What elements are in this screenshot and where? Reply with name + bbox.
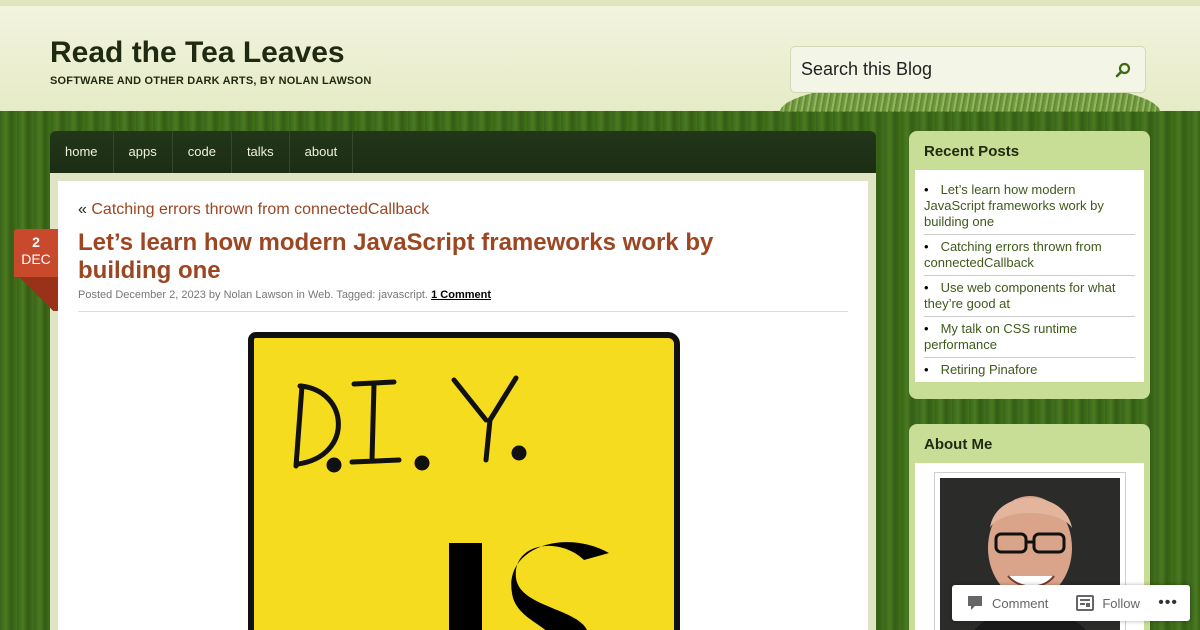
list-item: • Use web components for what they’re goo… (924, 276, 1135, 317)
meta-date[interactable]: December 2, 2023 (115, 289, 206, 301)
recent-post-link[interactable]: Retiring Pinafore (941, 362, 1038, 377)
comment-label: Comment (992, 595, 1049, 611)
meta-divider (78, 311, 848, 312)
recent-posts-list: • Let’s learn how modern JavaScript frame… (915, 170, 1144, 382)
meta-by: by (208, 289, 221, 301)
meta-tag[interactable]: javascript. (379, 289, 429, 301)
date-month: DEC (21, 251, 51, 267)
bullet: • (924, 239, 929, 254)
recent-post-link[interactable]: Let’s learn how modern JavaScript framew… (924, 182, 1104, 229)
bullet: • (924, 321, 929, 336)
nav-item-apps[interactable]: apps (114, 131, 173, 173)
meta-category-text[interactable]: Web (308, 289, 330, 301)
bullet: • (924, 362, 929, 377)
recent-posts-title: Recent Posts (924, 143, 1020, 160)
diy-js-logo-image (248, 332, 680, 630)
list-item: • Let’s learn how modern JavaScript frame… (924, 178, 1135, 235)
meta-in: in (296, 289, 305, 301)
about-me-title: About Me (924, 436, 993, 453)
main-nav: home apps code talks about (50, 131, 876, 173)
comment-button[interactable]: Comment (952, 595, 1048, 611)
meta-tag-text[interactable]: javascript (379, 289, 425, 301)
post-meta: Posted December 2, 2023 by Nolan Lawson … (78, 289, 491, 301)
date-badge-fold (14, 277, 58, 311)
meta-posted: Posted (78, 289, 113, 301)
reader-follow-icon (1076, 595, 1095, 611)
recent-posts-widget: Recent Posts • Let’s learn how modern Jav… (909, 131, 1150, 399)
meta-category[interactable]: Web. (308, 289, 333, 301)
search-input[interactable] (801, 59, 1111, 80)
prev-arrow: « (78, 201, 87, 218)
follow-button[interactable]: Follow (1048, 595, 1140, 611)
comments-link[interactable]: 1 Comment (431, 289, 491, 301)
recent-posts-body: • Let’s learn how modern JavaScript frame… (915, 170, 1144, 382)
bullet: • (924, 182, 929, 197)
nav-item-code[interactable]: code (173, 131, 232, 173)
site-title[interactable]: Read the Tea Leaves (50, 36, 345, 70)
date-day: 2 (32, 234, 40, 250)
nav-item-about[interactable]: about (290, 131, 354, 173)
list-item: • Catching errors thrown from connectedCa… (924, 235, 1135, 276)
recent-post-link[interactable]: My talk on CSS runtime performance (924, 321, 1077, 352)
recent-post-link[interactable]: Use web components for what they’re good… (924, 280, 1115, 311)
previous-post-link[interactable]: Catching errors thrown from connectedCal… (91, 201, 429, 218)
date-badge: 2 DEC (14, 229, 58, 277)
nav-item-talks[interactable]: talks (232, 131, 290, 173)
recent-post-link[interactable]: Catching errors thrown from connectedCal… (924, 239, 1102, 270)
bullet: • (924, 280, 929, 295)
previous-post-nav: « Catching errors thrown from connectedC… (78, 201, 429, 219)
comment-icon (966, 595, 984, 611)
follow-label: Follow (1102, 595, 1140, 611)
site-description: SOFTWARE AND OTHER DARK ARTS, BY NOLAN L… (50, 75, 372, 87)
list-item: • Retiring Pinafore (924, 358, 1135, 382)
ellipsis-icon[interactable]: ••• (1158, 594, 1178, 612)
search-box[interactable] (790, 46, 1146, 93)
post-title[interactable]: Let’s learn how modern JavaScript framew… (78, 229, 778, 285)
nav-item-home[interactable]: home (50, 131, 114, 173)
search-icon[interactable] (1111, 58, 1135, 82)
action-bar: Comment Follow ••• (952, 585, 1190, 621)
list-item: • My talk on CSS runtime performance (924, 317, 1135, 358)
meta-tagged-label: Tagged: (336, 289, 376, 301)
meta-author[interactable]: Nolan Lawson (224, 289, 294, 301)
